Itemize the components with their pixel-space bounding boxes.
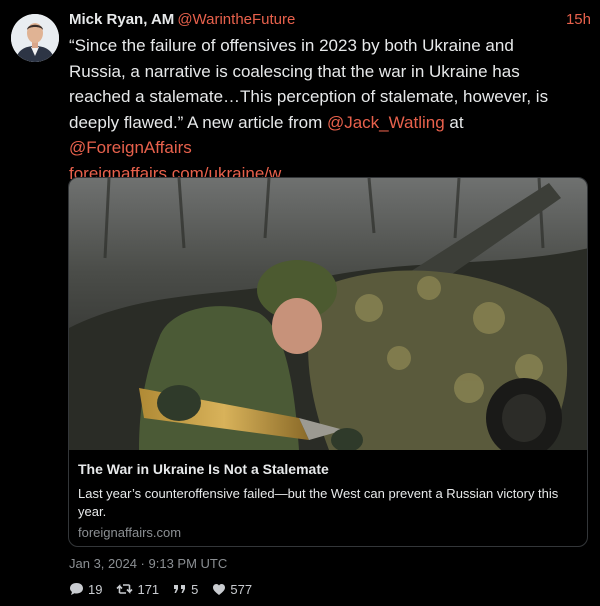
tweet-text-part: at bbox=[444, 112, 464, 132]
avatar[interactable] bbox=[11, 14, 59, 62]
reply-count: 19 bbox=[88, 581, 103, 597]
mention-link[interactable]: @Jack_Watling bbox=[327, 113, 445, 132]
card-title[interactable]: The War in Ukraine Is Not a Stalemate bbox=[78, 461, 329, 477]
reply-icon bbox=[70, 583, 83, 595]
quote-action[interactable]: 5 bbox=[173, 582, 198, 597]
author-name[interactable]: Mick Ryan, AM bbox=[69, 11, 174, 28]
heart-icon bbox=[213, 583, 226, 595]
retweet-icon bbox=[116, 584, 134, 594]
tweet-timestamp[interactable]: Jan 3, 2024 · 9:13 PM UTC bbox=[69, 556, 227, 571]
quote-count: 5 bbox=[191, 581, 199, 597]
quote-icon bbox=[174, 585, 186, 593]
retweet-action[interactable]: 171 bbox=[116, 582, 159, 597]
author-handle[interactable]: @WarintheFuture bbox=[177, 11, 295, 28]
reply-action[interactable]: 19 bbox=[69, 582, 102, 597]
card-description: Last year’s counteroffensive failed—but … bbox=[78, 486, 559, 519]
tweet-time[interactable]: 15h bbox=[566, 11, 591, 28]
tweet-stats: 19 171 5 577 bbox=[69, 580, 266, 598]
link-card[interactable]: The War in Ukraine Is Not a Stalemate La… bbox=[68, 177, 588, 547]
like-count: 577 bbox=[230, 581, 253, 597]
retweet-count: 171 bbox=[137, 581, 160, 597]
card-image bbox=[69, 178, 587, 450]
mention-link[interactable]: @ForeignAffairs bbox=[69, 138, 192, 157]
tweet: Mick Ryan, AM @WarintheFuture 15h “Since … bbox=[0, 0, 600, 606]
tweet-header: Mick Ryan, AM @WarintheFuture 15h bbox=[69, 11, 591, 31]
tweet-text-part: “Since the failure of offensives in 2023… bbox=[69, 36, 549, 132]
like-action[interactable]: 577 bbox=[212, 582, 252, 597]
card-domain: foreignaffairs.com bbox=[78, 525, 182, 540]
tweet-text: “Since the failure of offensives in 2023… bbox=[69, 33, 575, 186]
